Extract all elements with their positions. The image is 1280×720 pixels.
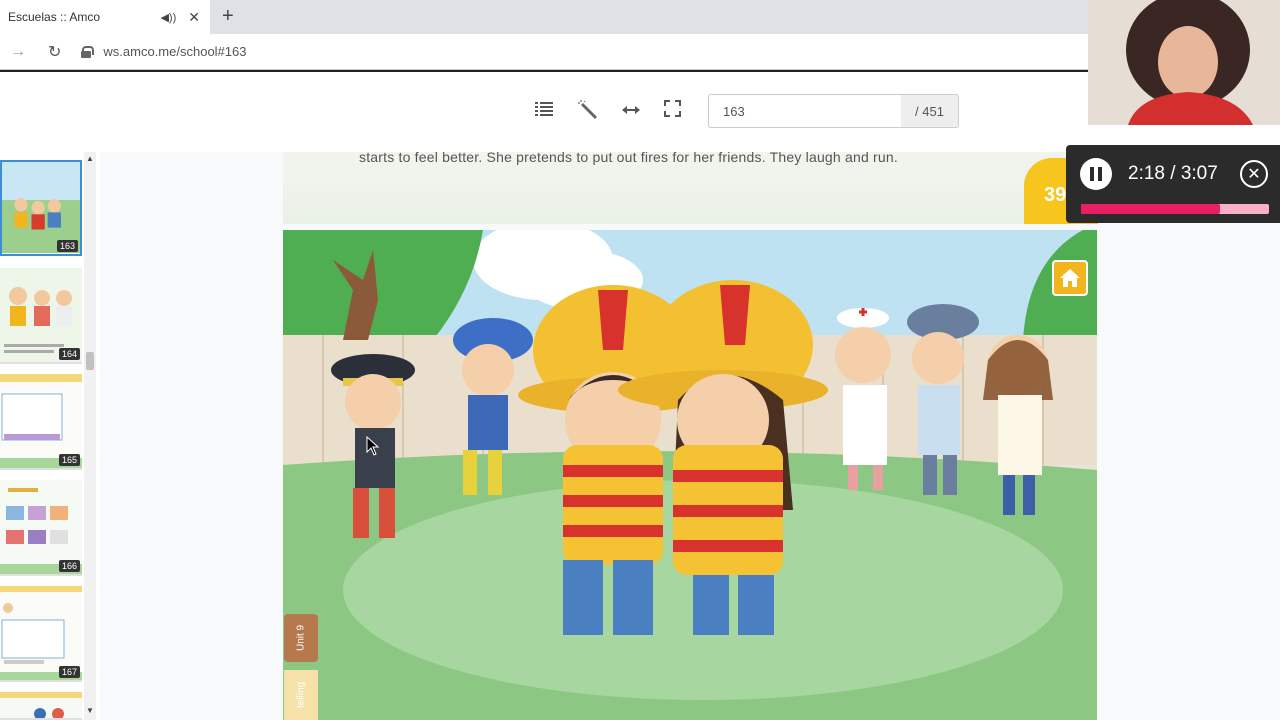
unit-tab[interactable]: Unit 9 — [284, 614, 318, 662]
tab-title: Escuelas :: Amco — [8, 10, 101, 24]
mouse-cursor-icon — [366, 435, 380, 461]
thumbnail-scrollbar[interactable] — [84, 152, 96, 720]
scroll-up-arrow-icon[interactable]: ▲ — [86, 154, 94, 163]
page-number-input[interactable] — [708, 94, 902, 128]
url-text[interactable]: ws.amco.me/school#163 — [103, 44, 246, 59]
thumbnail-page-number: 166 — [58, 560, 80, 572]
fit-width-icon[interactable] — [622, 100, 640, 123]
thumbnail-page[interactable]: 165 — [0, 374, 82, 470]
thumbnail-page-number: 167 — [58, 666, 80, 678]
telling-tab[interactable]: telling — [284, 670, 318, 720]
thumbnail-page[interactable]: 164 — [0, 268, 82, 364]
thumbnail-page[interactable]: 166 — [0, 480, 82, 576]
lock-icon[interactable] — [81, 45, 95, 58]
magic-wand-icon[interactable] — [578, 100, 598, 126]
fullscreen-icon[interactable] — [664, 100, 681, 123]
webcam-feed — [1088, 0, 1280, 125]
thumbnail-page[interactable] — [0, 692, 82, 720]
reload-icon[interactable]: ↻ — [48, 42, 61, 62]
thumbnail-page[interactable]: 167 — [0, 586, 82, 682]
pause-button[interactable] — [1080, 158, 1112, 190]
new-tab-button[interactable]: + — [222, 5, 234, 28]
forward-arrow-icon[interactable]: → — [10, 43, 26, 61]
scroll-thumb[interactable] — [86, 352, 94, 370]
browser-tab[interactable]: Escuelas :: Amco ◀)) ✕ — [0, 0, 210, 34]
thumbnail-page-number: 165 — [58, 454, 80, 466]
tab-close-icon[interactable]: ✕ — [188, 9, 200, 26]
scroll-down-arrow-icon[interactable]: ▼ — [86, 706, 94, 715]
playback-progress-bar[interactable] — [1081, 204, 1269, 214]
home-icon — [1060, 269, 1080, 287]
thumbnail-page-number: 164 — [58, 348, 80, 360]
home-button[interactable] — [1052, 260, 1088, 296]
page-total: / 451 — [901, 94, 959, 128]
story-text: starts to feel better. She pretends to p… — [359, 149, 898, 165]
browser-tab-bar: Escuelas :: Amco ◀)) ✕ + — [0, 0, 1088, 34]
playback-time: 2:18 / 3:07 — [1128, 163, 1218, 184]
thumbnail-page[interactable]: 163 — [0, 160, 82, 256]
thumbnail-page-number: 163 — [56, 240, 78, 252]
list-icon[interactable] — [535, 100, 553, 123]
playback-progress-fill — [1081, 204, 1221, 214]
speaker-icon[interactable]: ◀)) — [160, 11, 176, 24]
story-illustration — [283, 230, 1097, 720]
address-bar: → ↻ ws.amco.me/school#163 — [0, 34, 1088, 70]
player-close-button[interactable]: ✕ — [1240, 160, 1268, 188]
